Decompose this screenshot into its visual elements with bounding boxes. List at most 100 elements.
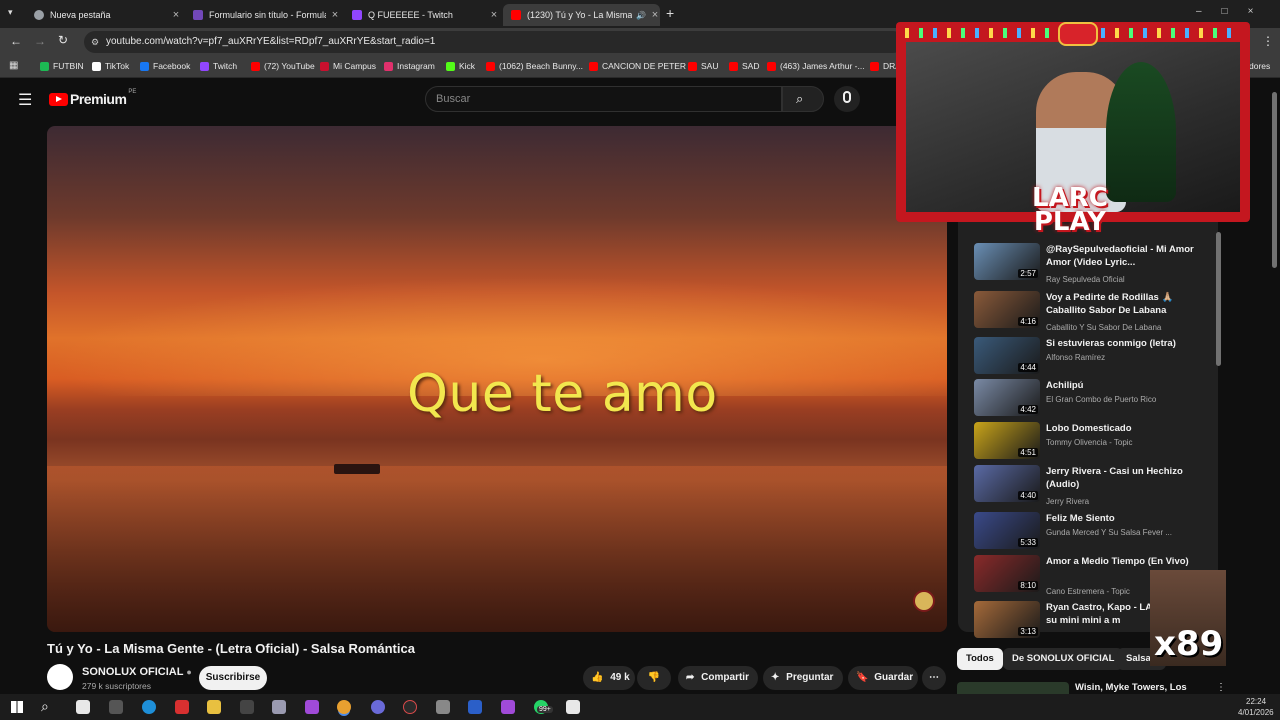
playlist-thumbnail[interactable]: 8:10 bbox=[974, 555, 1040, 592]
dislike-button[interactable]: 👎 bbox=[637, 666, 671, 690]
tab-formulario[interactable]: Formulario sin título - Formular × bbox=[185, 4, 340, 26]
like-button[interactable]: 👍 49 k bbox=[583, 666, 635, 690]
playlist-item-title[interactable]: Jerry Rivera - Casi un Hechizo (Audio) bbox=[1046, 465, 1211, 491]
app-icon[interactable] bbox=[305, 700, 319, 714]
hamburger-menu-icon[interactable]: ☰ bbox=[18, 90, 32, 110]
playlist-item[interactable]: 4:51 Lobo Domesticado Tommy Olivencia - To… bbox=[974, 422, 1214, 462]
recommended-thumbnail[interactable] bbox=[957, 682, 1069, 694]
search-icon[interactable]: ⌕ bbox=[41, 698, 49, 715]
playlist-item-title[interactable]: Lobo Domesticado bbox=[1046, 422, 1211, 435]
playlist-thumbnail[interactable]: 4:16 bbox=[974, 291, 1040, 328]
more-actions-button[interactable]: ⋯ bbox=[922, 666, 946, 690]
clock-date[interactable]: 4/01/2026 bbox=[1238, 708, 1274, 717]
bookmark-item[interactable]: CANCION DE PETER bbox=[589, 61, 686, 71]
playlist-thumbnail[interactable]: 5:33 bbox=[974, 512, 1040, 549]
address-bar[interactable]: ⚙ youtube.com/watch?v=pf7_auXRrYE&list=R… bbox=[84, 31, 904, 53]
playlist-item-title[interactable]: Feliz Me Siento bbox=[1046, 512, 1211, 525]
bookmark-item[interactable]: Kick bbox=[446, 61, 475, 71]
bookmark-item[interactable]: Instagram bbox=[384, 61, 435, 71]
playlist-item[interactable]: 4:44 Si estuvieras conmigo (letra) Alfonso… bbox=[974, 337, 1214, 377]
close-tab-icon[interactable]: × bbox=[171, 9, 181, 21]
reload-icon[interactable]: ↻ bbox=[58, 33, 68, 47]
recommended-title[interactable]: Wisin, Myke Towers, Los bbox=[1075, 682, 1187, 693]
tab-search-button[interactable]: ▾ bbox=[8, 7, 13, 18]
bookmark-item[interactable]: Facebook bbox=[140, 61, 190, 71]
chip-todos[interactable]: Todos bbox=[957, 648, 1003, 670]
menu-icon[interactable]: ⋮ bbox=[1262, 34, 1274, 48]
bookmark-item[interactable]: (1062) Beach Bunny... bbox=[486, 61, 583, 71]
close-tab-icon[interactable]: × bbox=[330, 9, 340, 21]
site-info-icon[interactable]: ⚙ bbox=[91, 31, 99, 53]
app-icon[interactable] bbox=[240, 700, 254, 714]
word-icon[interactable] bbox=[468, 700, 482, 714]
close-tab-icon[interactable]: × bbox=[650, 9, 660, 21]
playlist-item-title[interactable]: Voy a Pedirte de Rodillas 🙏🏼 Caballito S… bbox=[1046, 291, 1211, 317]
app-icon[interactable] bbox=[175, 700, 189, 714]
playlist-thumbnail[interactable]: 4:51 bbox=[974, 422, 1040, 459]
playlist-thumbnail[interactable]: 2:57 bbox=[974, 243, 1040, 280]
window-controls[interactable]: –□× bbox=[1196, 6, 1273, 17]
channel-watermark-icon[interactable] bbox=[913, 590, 935, 612]
app-icon[interactable] bbox=[272, 700, 286, 714]
close-tab-icon[interactable]: × bbox=[489, 9, 499, 21]
bookmark-item[interactable]: Twitch bbox=[200, 61, 237, 71]
recommended-more-icon[interactable]: ⋮ bbox=[1216, 682, 1226, 693]
bookmark-item[interactable]: SAD bbox=[729, 61, 759, 71]
playlist-item[interactable]: 2:57 @RaySepulvedaoficial - Mi Amor Amor … bbox=[974, 243, 1214, 284]
search-button[interactable]: ⌕ bbox=[782, 86, 824, 112]
playlist-item[interactable]: 4:40 Jerry Rivera - Casi un Hechizo (Audi… bbox=[974, 465, 1214, 506]
share-button[interactable]: ➦ Compartir bbox=[678, 666, 758, 690]
store-icon[interactable] bbox=[76, 700, 90, 714]
clock-time[interactable]: 22:24 bbox=[1246, 697, 1266, 706]
playlist-item[interactable]: 4:16 Voy a Pedirte de Rodillas 🙏🏼 Caballi… bbox=[974, 291, 1214, 332]
folder-icon[interactable] bbox=[207, 700, 221, 714]
playlist-item-title[interactable]: Si estuvieras conmigo (letra) bbox=[1046, 337, 1211, 350]
playlist-scrollbar[interactable] bbox=[1216, 232, 1221, 366]
bookmark-item[interactable]: SAU bbox=[688, 61, 718, 71]
playlist-item-title[interactable]: Achilipú bbox=[1046, 379, 1211, 392]
chrome-icon[interactable] bbox=[337, 700, 351, 714]
bookmark-item[interactable]: (463) James Arthur -... bbox=[767, 61, 865, 71]
search-input[interactable]: Buscar bbox=[425, 86, 782, 112]
chip-de-sonolux[interactable]: De SONOLUX OFICIAL bbox=[1003, 648, 1124, 670]
tab-label: Formulario sin título - Formular bbox=[209, 10, 326, 20]
channel-name[interactable]: SONOLUX OFICIAL ● bbox=[82, 666, 192, 678]
edge-icon[interactable] bbox=[142, 700, 156, 714]
back-icon[interactable]: ← bbox=[10, 34, 22, 48]
voice-search-button[interactable] bbox=[834, 86, 860, 112]
obs-icon[interactable] bbox=[371, 700, 385, 714]
bookmark-item[interactable]: TikTok bbox=[92, 61, 129, 71]
app-icon[interactable] bbox=[501, 700, 515, 714]
apps-icon[interactable]: ▦ bbox=[9, 60, 18, 71]
page-scrollbar[interactable] bbox=[1272, 92, 1277, 268]
windows-start-icon[interactable] bbox=[11, 701, 23, 713]
tab-twitch[interactable]: Q FUEEEEE - Twitch × bbox=[344, 4, 499, 26]
save-button[interactable]: 🔖 Guardar bbox=[848, 666, 918, 690]
bookmark-item[interactable]: FUTBIN bbox=[40, 61, 84, 71]
calculator-icon[interactable] bbox=[436, 700, 450, 714]
subscribe-button[interactable]: Suscribirse bbox=[199, 666, 267, 690]
youtube-premium-logo[interactable]: Premium PE bbox=[49, 89, 136, 107]
game-icon[interactable] bbox=[109, 700, 123, 714]
thumbs-up-icon: 👍 bbox=[591, 672, 604, 683]
bookmark-item[interactable]: Mi Campus bbox=[320, 61, 376, 71]
ask-button[interactable]: ✦ Preguntar bbox=[763, 666, 843, 690]
playlist-thumbnail[interactable]: 4:42 bbox=[974, 379, 1040, 416]
bookmark-item[interactable]: (72) YouTube bbox=[251, 61, 315, 71]
playlist-item[interactable]: 4:42 Achilipú El Gran Combo de Puerto Rico bbox=[974, 379, 1214, 419]
playlist-item-title[interactable]: Amor a Medio Tiempo (En Vivo) bbox=[1046, 555, 1211, 568]
channel-avatar[interactable] bbox=[47, 664, 73, 690]
tab-new-tab[interactable]: Nueva pestaña × bbox=[26, 4, 181, 26]
playlist-item-title[interactable]: @RaySepulvedaoficial - Mi Amor Amor (Vid… bbox=[1046, 243, 1211, 269]
app-icon[interactable] bbox=[403, 700, 417, 714]
playlist-thumbnail[interactable]: 3:13 bbox=[974, 601, 1040, 638]
forward-icon[interactable]: → bbox=[34, 34, 46, 48]
playlist-item[interactable]: 5:33 Feliz Me Siento Gunda Merced Y Su Sal… bbox=[974, 512, 1214, 552]
video-player[interactable]: Que te amo bbox=[47, 126, 947, 632]
tab-youtube[interactable]: (1230) Tú y Yo - La Misma G 🔊 × bbox=[503, 4, 660, 26]
new-tab-button[interactable]: + bbox=[666, 5, 674, 21]
playlist-thumbnail[interactable]: 4:40 bbox=[974, 465, 1040, 502]
speaker-icon[interactable]: 🔊 bbox=[636, 11, 646, 20]
app-icon[interactable] bbox=[566, 700, 580, 714]
playlist-thumbnail[interactable]: 4:44 bbox=[974, 337, 1040, 374]
